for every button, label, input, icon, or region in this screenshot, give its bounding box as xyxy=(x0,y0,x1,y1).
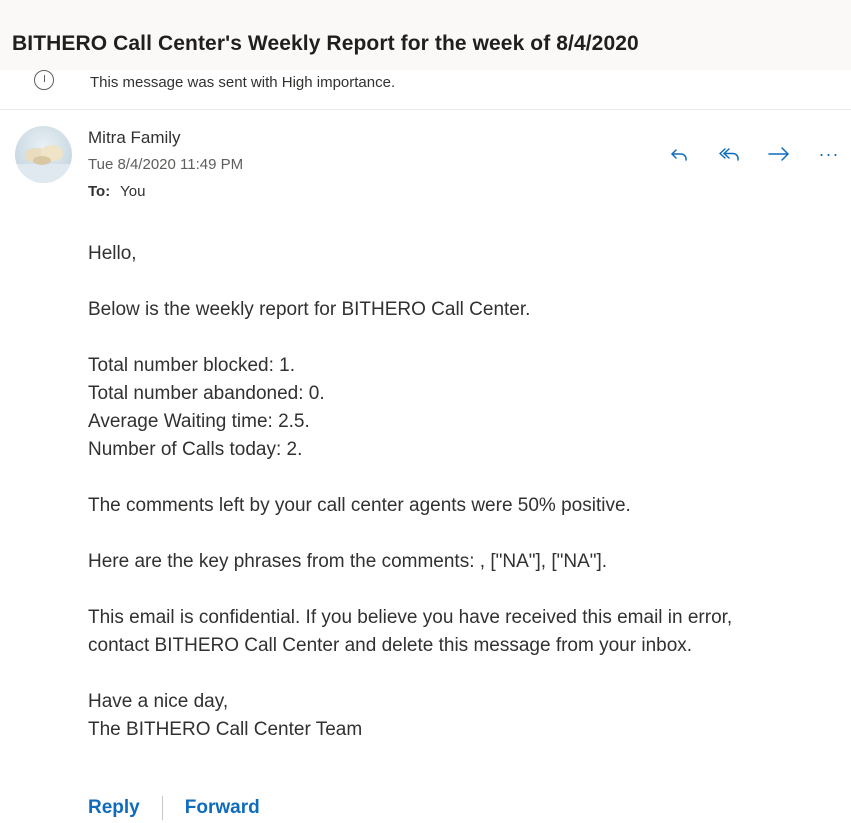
info-icon xyxy=(34,70,54,90)
sentiment-text: The comments left by your call center ag… xyxy=(88,495,631,516)
confidential-line: contact BITHERO Call Center and delete t… xyxy=(88,635,693,656)
forward-link[interactable]: Forward xyxy=(185,797,260,819)
more-icon[interactable]: ··· xyxy=(814,139,844,169)
closing-block: Have a nice day, The BITHERO Call Center… xyxy=(88,688,828,744)
forward-icon[interactable] xyxy=(764,139,794,169)
intro-text: Below is the weekly report for BITHERO C… xyxy=(88,299,531,320)
reply-all-icon[interactable] xyxy=(715,139,745,169)
subject-bar: BITHERO Call Center's Weekly Report for … xyxy=(0,0,851,79)
email-body: Hello, Below is the weekly report for BI… xyxy=(88,240,828,744)
reply-link[interactable]: Reply xyxy=(88,797,140,819)
stats-block: Total number blocked: 1. Total number ab… xyxy=(88,352,828,464)
greeting: Hello, xyxy=(88,243,137,264)
to-label: To: xyxy=(88,183,111,200)
email-subject: BITHERO Call Center's Weekly Report for … xyxy=(12,32,639,55)
confidential-notice: This email is confidential. If you belie… xyxy=(88,604,828,660)
stat-line: Total number blocked: 1. xyxy=(88,355,296,376)
signature-text: The BITHERO Call Center Team xyxy=(88,719,363,740)
to-value[interactable]: You xyxy=(120,183,145,200)
stat-line: Number of Calls today: 2. xyxy=(88,439,303,460)
reply-icon[interactable] xyxy=(664,139,694,169)
stat-line: Total number abandoned: 0. xyxy=(88,383,325,404)
recipient-line: To: You xyxy=(88,183,145,200)
stat-line: Average Waiting time: 2.5. xyxy=(88,411,310,432)
divider xyxy=(161,796,163,820)
importance-banner: This message was sent with High importan… xyxy=(0,70,851,110)
footer-actions: Reply Forward xyxy=(88,793,260,823)
closing-text: Have a nice day, xyxy=(88,691,229,712)
importance-text: This message was sent with High importan… xyxy=(90,74,396,91)
key-phrases-text: Here are the key phrases from the commen… xyxy=(88,551,608,572)
message-actions: ··· xyxy=(0,139,851,169)
confidential-line: This email is confidential. If you belie… xyxy=(88,607,733,628)
